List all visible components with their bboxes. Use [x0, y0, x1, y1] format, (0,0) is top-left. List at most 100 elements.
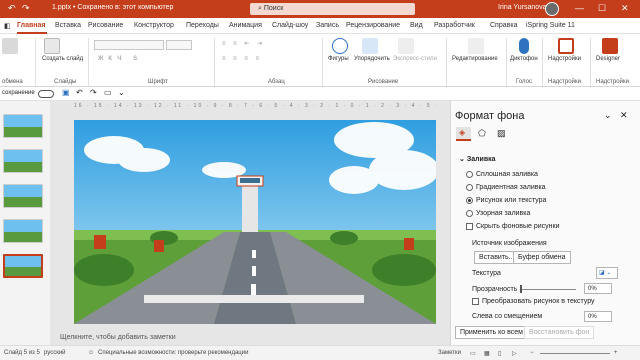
- microphone-icon[interactable]: [519, 38, 529, 54]
- addins-icon[interactable]: [558, 38, 574, 54]
- arrange-icon[interactable]: [362, 38, 378, 54]
- designer-icon[interactable]: [602, 38, 618, 54]
- minimize-icon[interactable]: —: [575, 3, 584, 13]
- express-styles-icon[interactable]: [398, 38, 414, 54]
- font-size-select[interactable]: [166, 40, 192, 50]
- tab-draw[interactable]: Рисование: [88, 22, 123, 29]
- undo-icon[interactable]: ↶: [8, 3, 16, 14]
- clipboard-button[interactable]: Буфер обмена: [513, 251, 571, 264]
- avatar[interactable]: [545, 2, 559, 16]
- status-bar: Слайд 5 из 5 русский ☺ Специальные возмо…: [0, 345, 640, 360]
- checkbox-hide-bg[interactable]: [466, 223, 473, 230]
- shapes-icon[interactable]: [332, 38, 348, 54]
- tab-animation[interactable]: Анимация: [229, 22, 262, 29]
- reading-view-icon[interactable]: ▯: [498, 350, 501, 357]
- sorter-view-icon[interactable]: ▦: [484, 350, 490, 357]
- express-styles-button[interactable]: Экспресс-стили: [393, 56, 437, 62]
- radio-gradient-fill[interactable]: [466, 184, 473, 191]
- separator: [506, 38, 507, 86]
- transparency-label: Прозрачность: [472, 286, 518, 293]
- transparency-slider[interactable]: [520, 289, 576, 290]
- tab-help[interactable]: Справка: [490, 22, 517, 29]
- present-icon[interactable]: ▭: [104, 88, 112, 97]
- redo-icon[interactable]: ↷: [22, 3, 30, 14]
- slideshow-icon[interactable]: ▷: [512, 350, 517, 357]
- list-buttons[interactable]: ≡ ≡ ⇤ ⇥: [222, 40, 265, 47]
- accessibility-status[interactable]: Специальные возможности: проверьте реком…: [98, 350, 248, 356]
- find-icon[interactable]: [468, 38, 484, 54]
- user-name[interactable]: Irina Yursanova: [498, 4, 547, 11]
- label-solid-fill: Сплошная заливка: [476, 171, 538, 178]
- transparency-input[interactable]: 0%: [584, 283, 612, 294]
- close-pane-icon[interactable]: ✕: [620, 110, 628, 121]
- zoom-in-icon[interactable]: +: [614, 350, 618, 356]
- tab-insert[interactable]: Вставка: [55, 22, 81, 29]
- zoom-out-icon[interactable]: −: [530, 350, 534, 356]
- tab-design[interactable]: Конструктор: [134, 22, 174, 29]
- slide-canvas[interactable]: [74, 120, 436, 324]
- zoom-slider[interactable]: [540, 353, 610, 354]
- close-icon[interactable]: ✕: [621, 3, 629, 14]
- label-hide-bg: Скрыть фоновые рисунки: [476, 223, 560, 230]
- radio-picture-fill[interactable]: [466, 197, 473, 204]
- radio-pattern-fill[interactable]: [466, 210, 473, 217]
- editing-button[interactable]: Редактирование: [452, 56, 498, 62]
- separator: [88, 38, 89, 86]
- section-fill-header[interactable]: ⌄ Заливка: [459, 155, 496, 163]
- more-icon[interactable]: ⌄: [118, 88, 125, 97]
- addins-button[interactable]: Надстройки: [548, 56, 581, 62]
- group-voice: Голос: [516, 79, 532, 85]
- redo-quick-icon[interactable]: ↷: [90, 88, 97, 97]
- save-icon[interactable]: ▣: [62, 88, 70, 97]
- align-buttons[interactable]: ≡ ≡ ≡ ≡: [222, 56, 262, 62]
- checkbox-tile[interactable]: [472, 298, 479, 305]
- picture-icon[interactable]: ▨: [497, 128, 506, 139]
- title-bar: ↶ ↷ 1.pptx • Сохранено в: этот компьютер…: [0, 0, 640, 18]
- create-slide-button[interactable]: Создать слайд: [42, 56, 83, 62]
- tab-transitions[interactable]: Переходы: [186, 22, 219, 29]
- language-indicator[interactable]: русский: [44, 350, 66, 356]
- undo-quick-icon[interactable]: ↶: [76, 88, 83, 97]
- slide-thumbnail[interactable]: [3, 184, 43, 208]
- texture-picker[interactable]: ◪ ⌄: [596, 267, 618, 279]
- maximize-icon[interactable]: ☐: [598, 3, 606, 14]
- tab-home[interactable]: Главная: [17, 22, 45, 29]
- notes-toggle[interactable]: Заметки: [438, 350, 461, 356]
- slide-thumbnail[interactable]: [3, 114, 43, 138]
- group-addins: Надстройки: [548, 79, 581, 85]
- normal-view-icon[interactable]: ▭: [470, 350, 476, 357]
- tab-developer[interactable]: Разработчик: [434, 22, 475, 29]
- apply-all-button[interactable]: Применить ко всем: [455, 326, 528, 339]
- chevron-down-icon[interactable]: ⌄: [604, 110, 612, 121]
- tab-file[interactable]: ◧: [4, 22, 11, 30]
- shapes-button[interactable]: Фигуры: [328, 56, 349, 62]
- font-style-buttons[interactable]: ЖКЧ S: [98, 56, 142, 62]
- transparency-slider-thumb[interactable]: [520, 285, 522, 293]
- font-family-select[interactable]: [94, 40, 164, 50]
- tab-ispring[interactable]: iSpring Suite 11: [526, 22, 575, 29]
- radio-solid-fill[interactable]: [466, 171, 473, 178]
- designer-button[interactable]: Designer: [596, 56, 620, 62]
- separator: [590, 38, 591, 86]
- fill-tab-icon[interactable]: ◈: [456, 127, 471, 141]
- slide-thumbnail-selected[interactable]: [3, 254, 43, 278]
- offset-left-input[interactable]: 0%: [584, 311, 612, 322]
- tab-slideshow[interactable]: Слайд-шоу: [272, 22, 308, 29]
- tab-record[interactable]: Запись: [316, 22, 339, 29]
- autosave-toggle[interactable]: [38, 90, 54, 98]
- reset-background-button[interactable]: Восстановить фон: [524, 326, 595, 339]
- pentagon-icon[interactable]: ⬠: [478, 128, 486, 139]
- ribbon: обмена Создать слайд Слайды ЖКЧ S Шрифт …: [0, 34, 640, 87]
- search-input[interactable]: ⌕ Поиск: [250, 3, 415, 15]
- tab-review[interactable]: Рецензирование: [346, 22, 400, 29]
- paint-bucket-icon: ◈: [459, 128, 466, 137]
- slide-thumbnail[interactable]: [3, 149, 43, 173]
- dictation-button[interactable]: Диктофон: [510, 56, 538, 62]
- slide-counter[interactable]: Слайд 5 из 5: [4, 350, 40, 356]
- paste-icon[interactable]: [2, 38, 18, 54]
- tab-view[interactable]: Вид: [410, 22, 423, 29]
- new-slide-icon[interactable]: [44, 38, 60, 54]
- notes-placeholder[interactable]: Щелкните, чтобы добавить заметки: [60, 334, 176, 341]
- arrange-button[interactable]: Упорядочить: [354, 56, 390, 62]
- slide-thumbnail[interactable]: [3, 219, 43, 243]
